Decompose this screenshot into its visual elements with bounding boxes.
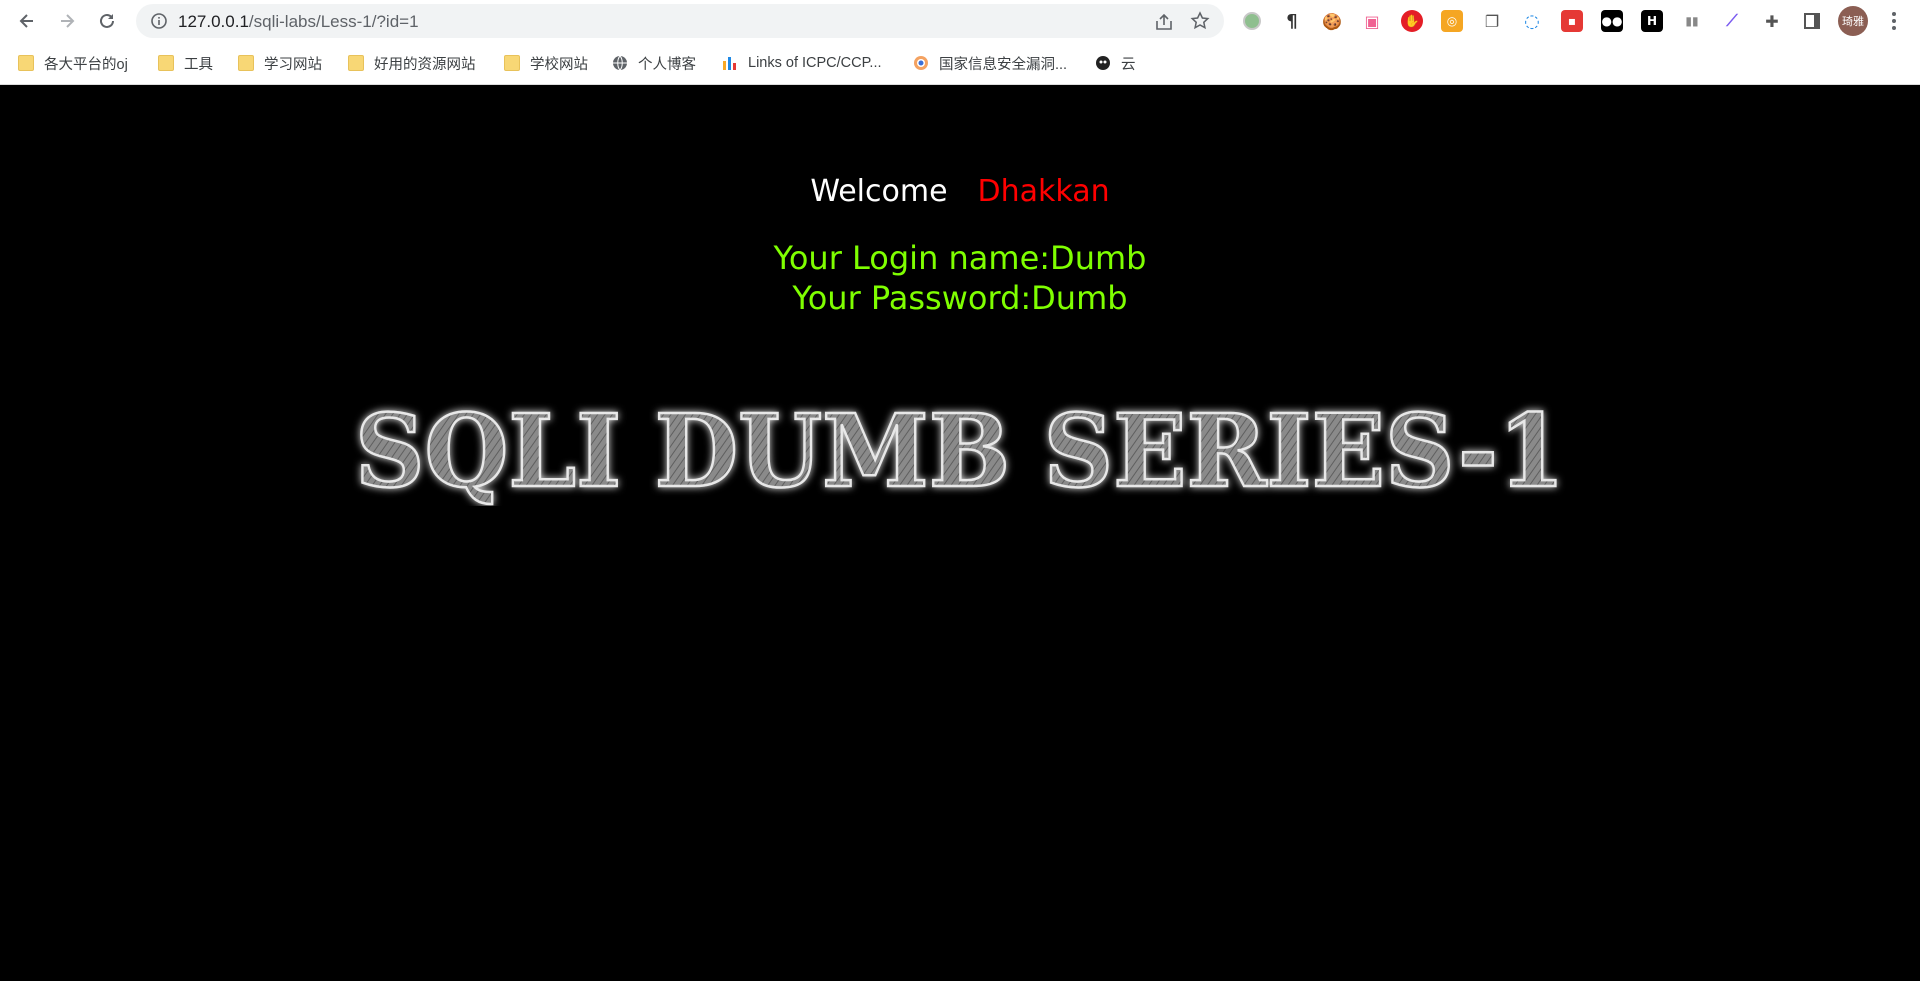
user-name: Dhakkan (977, 174, 1110, 209)
folder-icon (348, 55, 364, 71)
bookmark-item[interactable]: 学校网站 (504, 53, 588, 73)
extension-orange-icon[interactable]: ◎ (1441, 10, 1463, 32)
welcome-line: Welcome Dhakkan (0, 174, 1920, 209)
side-panel-icon[interactable] (1801, 10, 1823, 32)
bookmark-item[interactable]: 云 (1095, 53, 1136, 73)
bookmark-label: 云 (1121, 56, 1136, 73)
browser-toolbar: 127.0.0.1/sqli-labs/Less-1/?id=1 ¶ 🍪 ▣ ✋… (0, 0, 1920, 42)
login-name-line: Your Login name:Dumb (773, 239, 1147, 277)
bookmark-item[interactable]: 学习网站 (238, 53, 322, 73)
extension-ring-icon[interactable]: ◌ (1521, 10, 1543, 32)
url-host: 127.0.0.1 (178, 12, 249, 31)
extension-paragraph-icon[interactable]: ¶ (1281, 10, 1303, 32)
extension-wand-icon[interactable]: ⟋ (1721, 10, 1743, 32)
bookmark-label: 工具 (184, 56, 213, 73)
folder-icon (18, 55, 34, 71)
page-content: Welcome Dhakkan Your Login name:Dumb Your… (0, 86, 1920, 981)
bookmark-item[interactable]: 各大平台的oj (18, 53, 128, 73)
extension-copy-icon[interactable]: ❐ (1481, 10, 1503, 32)
back-button[interactable] (12, 6, 42, 36)
bookmark-item[interactable]: 工具 (158, 53, 213, 73)
bookmark-item[interactable]: 国家信息安全漏洞... (913, 53, 1067, 73)
extension-green-icon[interactable] (1241, 10, 1263, 32)
bookmark-label: Links of ICPC/CCP... (748, 55, 882, 71)
extension-adblock-icon[interactable]: ✋ (1401, 10, 1423, 32)
arrow-left-icon (19, 14, 33, 28)
extension-bars-icon[interactable]: ▮▮ (1681, 10, 1703, 32)
extension-tampermonkey-icon[interactable]: ●● (1601, 10, 1623, 32)
forward-button[interactable] (52, 6, 82, 36)
profile-avatar[interactable]: 琦雅 (1838, 6, 1868, 36)
reload-button[interactable] (92, 6, 122, 36)
folder-icon (158, 55, 174, 71)
banner-text: SQLI DUMB SERIES-1 (355, 392, 1565, 506)
bookmarks-bar: 各大平台的oj 工具 学习网站 好用的资源网站 学校网站 个人博客 Links … (0, 42, 1920, 85)
more-menu-icon[interactable] (1882, 9, 1906, 33)
share-icon[interactable] (1154, 12, 1174, 32)
site-icon (914, 56, 928, 70)
bookmark-star-icon[interactable] (1190, 11, 1210, 31)
globe-icon (613, 55, 627, 71)
extension-h-icon[interactable]: H (1641, 10, 1663, 32)
bookmark-item[interactable]: Links of ICPC/CCP... (722, 53, 882, 73)
url-text[interactable]: 127.0.0.1/sqli-labs/Less-1/?id=1 (178, 12, 419, 32)
extension-red-square-icon[interactable]: ▪ (1561, 10, 1583, 32)
bookmark-label: 国家信息安全漏洞... (939, 56, 1068, 73)
info-icon[interactable] (150, 12, 168, 30)
bookmark-item[interactable]: 好用的资源网站 (348, 53, 476, 73)
reload-icon (100, 13, 114, 28)
bookmark-label: 好用的资源网站 (374, 56, 476, 73)
arrow-right-icon (61, 14, 75, 28)
extensions-puzzle-icon[interactable]: ✚ (1761, 10, 1783, 32)
bookmark-label: 学校网站 (530, 56, 588, 73)
url-path: /sqli-labs/Less-1/?id=1 (248, 12, 419, 31)
extension-cookie-icon[interactable]: 🍪 (1321, 10, 1343, 32)
credentials-block: Your Login name:Dumb Your Password:Dumb (0, 238, 1920, 318)
series-banner-logo: SQLI DUMB SERIES-1 (354, 391, 1567, 506)
avatar-icon (1096, 56, 1110, 70)
chart-icon (723, 57, 736, 70)
bookmark-item[interactable]: 个人博客 (612, 53, 696, 73)
bookmark-label: 学习网站 (264, 56, 322, 73)
folder-icon (504, 55, 520, 71)
bookmark-label: 各大平台的oj (44, 56, 128, 73)
folder-icon (238, 55, 254, 71)
welcome-text: Welcome (810, 174, 948, 209)
password-line: Your Password:Dumb (792, 279, 1128, 317)
bookmark-label: 个人博客 (638, 56, 696, 73)
address-bar[interactable]: 127.0.0.1/sqli-labs/Less-1/?id=1 (136, 4, 1224, 38)
extension-bilibili-icon[interactable]: ▣ (1361, 10, 1383, 32)
browser-chrome: 127.0.0.1/sqli-labs/Less-1/?id=1 ¶ 🍪 ▣ ✋… (0, 0, 1920, 85)
